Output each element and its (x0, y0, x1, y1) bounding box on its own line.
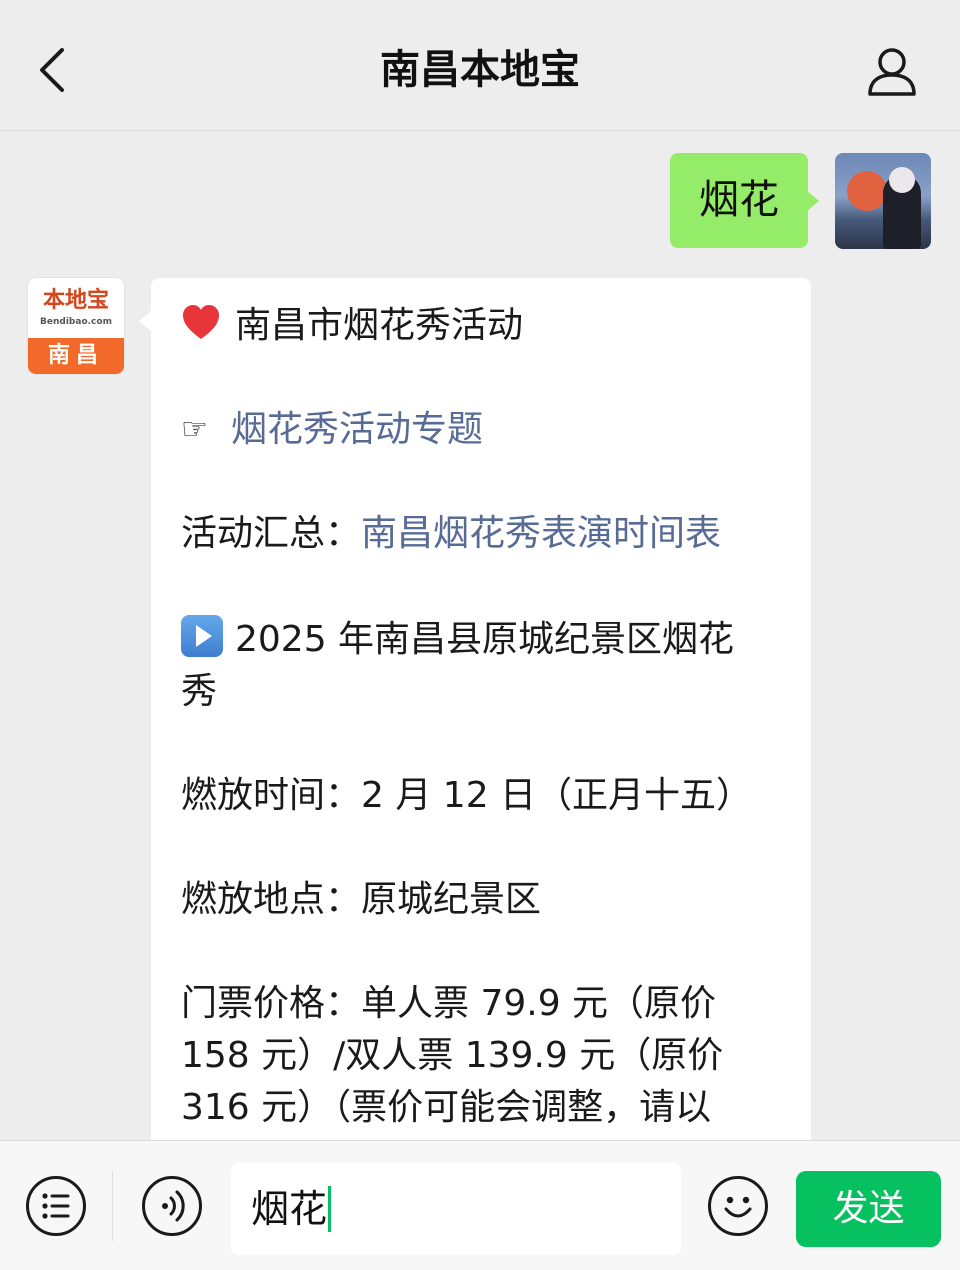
heart-icon (183, 305, 219, 339)
menu-button[interactable] (26, 1176, 86, 1236)
chat-title: 南昌本地宝 (380, 47, 580, 93)
outgoing-bubble-tail (807, 191, 819, 211)
topic-row: ☞ 烟花秀活动专题 (181, 404, 791, 456)
price-line-2: 158 元）/双人票 139.9 元（原价 (181, 1035, 724, 1076)
event-title-line1: 2025 年南昌县原城纪景区烟花 (235, 619, 735, 660)
summary-label: 活动汇总： (181, 513, 362, 554)
summary-row: 活动汇总：南昌烟花秀表演时间表 (181, 508, 791, 560)
avatar-logo-sub: Bendibao.com (40, 317, 112, 327)
official-account-avatar[interactable]: 本地宝 Bendibao.com 南昌 (28, 278, 124, 374)
price-line-3: 316 元）（票价可能会调整，请以 (181, 1087, 712, 1128)
smiley-icon (724, 1196, 752, 1218)
message-input-text: 烟花 (251, 1163, 332, 1255)
event-title-row: 2025 年南昌县原城纪景区烟花 (181, 614, 791, 666)
voice-icon (162, 1190, 185, 1222)
outgoing-message-bubble[interactable]: 烟花 (670, 153, 808, 248)
user-avatar[interactable] (835, 153, 931, 249)
avatar-head-shape (889, 167, 915, 193)
topic-link[interactable]: 烟花秀活动专题 (231, 409, 483, 450)
chat-header: 南昌本地宝 (0, 0, 960, 131)
avatar-sun-shape (847, 171, 887, 211)
incoming-message-bubble: 南昌市烟花秀活动 ☞ 烟花秀活动专题 活动汇总：南昌烟花秀表演时间表 2025 年… (151, 278, 811, 1148)
text-caret (328, 1186, 332, 1232)
message-heading-row: 南昌市烟花秀活动 (181, 300, 791, 352)
summary-link[interactable]: 南昌烟花秀表演时间表 (361, 513, 721, 554)
message-input-value: 烟花 (251, 1187, 328, 1231)
time-text: 燃放时间：2 月 12 日（正月十五） (181, 775, 753, 816)
avatar-logo: 本地宝 Bendibao.com (28, 278, 124, 338)
incoming-bubble-tail (139, 311, 151, 331)
pointing-hand-icon: ☞ (181, 412, 208, 447)
emoji-button[interactable] (708, 1176, 768, 1236)
event-title-line2: 秀 (181, 671, 218, 712)
place-text: 燃放地点：原城纪景区 (181, 879, 542, 920)
message-input[interactable]: 烟花 (231, 1163, 681, 1255)
send-button[interactable]: 发送 (796, 1171, 941, 1247)
play-icon (181, 615, 223, 657)
message-heading: 南昌市烟花秀活动 (235, 305, 524, 346)
list-icon (42, 1193, 70, 1219)
input-bar-divider (112, 1171, 113, 1241)
person-icon (868, 48, 916, 96)
avatar-city: 南昌 (28, 338, 124, 374)
avatar-logo-text: 本地宝 (42, 288, 109, 313)
profile-button[interactable] (862, 44, 922, 100)
voice-button[interactable] (142, 1176, 202, 1236)
input-bar: 烟花 发送 (0, 1140, 960, 1270)
price-line-1: 门票价格：单人票 79.9 元（原价 (181, 983, 717, 1024)
